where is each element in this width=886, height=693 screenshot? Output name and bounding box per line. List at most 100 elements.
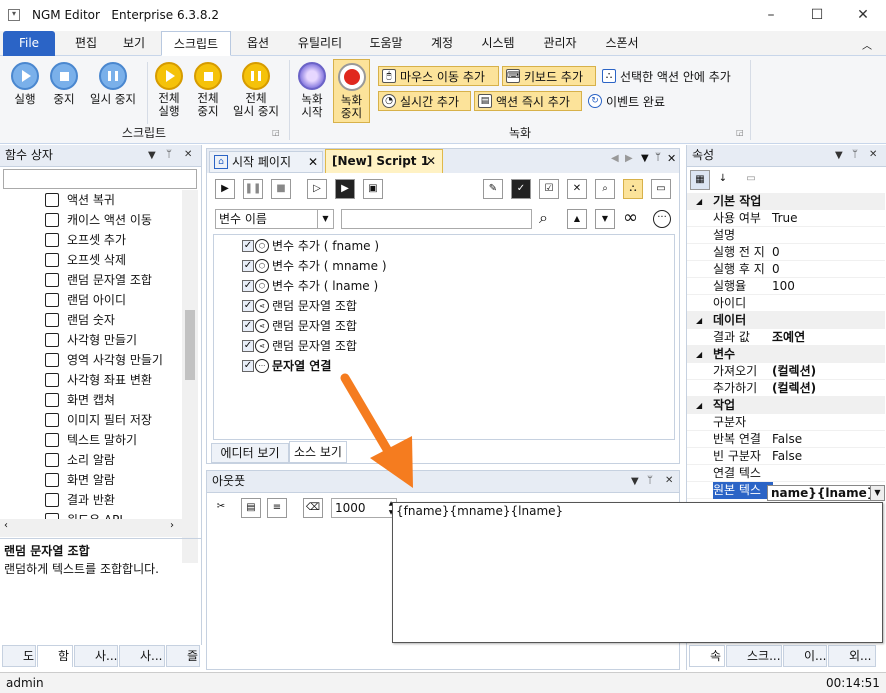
menu-sponsor[interactable]: 스폰서	[596, 31, 648, 56]
tab-properties[interactable]: 속	[689, 645, 725, 667]
close-button[interactable]: ✕	[840, 2, 886, 30]
add-inside-selected-button[interactable]: ⛬ 선택한 액션 안에 추가	[599, 66, 749, 86]
property-row[interactable]: 설명	[687, 227, 885, 244]
function-item[interactable]: 랜덤 아이디	[0, 290, 182, 310]
function-item[interactable]: 소리 알람	[0, 450, 182, 470]
function-item[interactable]: 액션 복귀	[0, 190, 182, 210]
property-category[interactable]: ◢ 기본 작업	[687, 193, 885, 210]
function-item[interactable]: 영역 사각형 만들기	[0, 350, 182, 370]
menu-utility[interactable]: 유틸리티	[290, 31, 350, 56]
property-row[interactable]: 구분자	[687, 414, 885, 431]
menu-edit[interactable]: 편집	[66, 31, 106, 56]
panel-menu-icon[interactable]: ▼	[835, 150, 843, 161]
collapse-icon[interactable]: ◢	[696, 397, 702, 414]
item-checkbox[interactable]: ✓	[242, 340, 254, 352]
monitor-button[interactable]: ▭	[651, 179, 671, 199]
add-keyboard-button[interactable]: ⌨ 키보드 추가	[502, 66, 596, 86]
search-icon[interactable]: ⌕	[595, 179, 615, 199]
pause-all-button[interactable]: 전체 일시 중지	[228, 62, 284, 118]
script-tree-item[interactable]: ✓ ⬡ 변수 추가 ( mname )	[214, 256, 674, 276]
tab-bookmark[interactable]: 즐	[166, 645, 200, 667]
property-row[interactable]: 결과 값 조예연	[687, 329, 885, 346]
item-checkbox[interactable]: ✓	[242, 360, 254, 372]
close-icon[interactable]: ✕	[665, 475, 673, 486]
text-dropdown-editor[interactable]: {fname}{mname}{lname}	[392, 502, 883, 643]
close-icon[interactable]: ✕	[184, 149, 192, 160]
function-item[interactable]: 사각형 좌표 변환	[0, 370, 182, 390]
tab-favorites[interactable]: 도	[2, 645, 36, 667]
function-item[interactable]: 오프셋 삭제	[0, 250, 182, 270]
search-icon[interactable]: ⌕	[539, 209, 548, 227]
record-stop-button[interactable]: 녹화 중지	[333, 59, 370, 123]
property-row[interactable]: 아이디	[687, 295, 885, 312]
function-item[interactable]: 랜덤 숫자	[0, 310, 182, 330]
group-launcher-icon[interactable]: ◲	[736, 128, 744, 137]
close-icon[interactable]: ✕	[667, 152, 676, 165]
tab-script-list[interactable]: 스크...	[726, 645, 782, 667]
property-row[interactable]: 실행 후 지 0	[687, 261, 885, 278]
menu-help[interactable]: 도움말	[362, 31, 410, 56]
property-row[interactable]: 반복 연결 False	[687, 431, 885, 448]
menu-options[interactable]: 옵션	[238, 31, 278, 56]
function-item[interactable]: 랜덤 문자열 조합	[0, 270, 182, 290]
move-down-button[interactable]: ▼	[595, 209, 615, 229]
script-tree-item[interactable]: ✓ ⬡ 변수 추가 ( fname )	[214, 236, 674, 256]
minimize-button[interactable]: –	[748, 2, 794, 30]
script-tree-item[interactable]: ✓ ⋖ 랜덤 문자열 조합	[214, 336, 674, 356]
function-item[interactable]: 오프셋 추가	[0, 230, 182, 250]
script-tree-item[interactable]: ✓ ⋖ 랜덤 문자열 조합	[214, 296, 674, 316]
item-checkbox[interactable]: ✓	[242, 280, 254, 292]
tab-scroll-left-icon[interactable]: ◀	[611, 153, 619, 164]
run-from-button[interactable]: ▶	[335, 179, 355, 199]
stop-all-button[interactable]: 전체 중지	[189, 62, 227, 118]
close-tab-icon[interactable]: ✕	[426, 150, 436, 172]
record-start-button[interactable]: 녹화 시작	[294, 62, 330, 119]
delete-button[interactable]: ✕	[567, 179, 587, 199]
item-checkbox[interactable]: ✓	[242, 300, 254, 312]
function-item[interactable]: 캐이스 액션 이동	[0, 210, 182, 230]
collapse-icon[interactable]: ◢	[696, 193, 702, 210]
sort-az-icon[interactable]: ↓	[713, 170, 733, 190]
property-row[interactable]: 연결 텍스	[687, 465, 885, 482]
function-item[interactable]: 사각형 만들기	[0, 330, 182, 350]
item-checkbox[interactable]: ✓	[242, 260, 254, 272]
variable-select[interactable]: 변수 이름 ▼	[215, 209, 334, 229]
menu-file[interactable]: File	[3, 31, 55, 56]
script-tree-item[interactable]: ✓ ··· 문자열 연결	[214, 356, 674, 376]
menu-view[interactable]: 보기	[114, 31, 154, 56]
tree-view-button[interactable]: ⛬	[623, 179, 643, 199]
tab-images[interactable]: 이...	[783, 645, 827, 667]
property-row[interactable]: 빈 구분자 False	[687, 448, 885, 465]
infinity-icon[interactable]: ∞	[623, 207, 638, 228]
run-all-button[interactable]: 전체 실행	[150, 62, 188, 118]
pin-icon[interactable]: ᛘ	[166, 149, 172, 160]
tab-functions[interactable]: 함	[37, 645, 73, 667]
property-row[interactable]: 추가하기 (컬렉션)	[687, 380, 885, 397]
clean-icon[interactable]: ✂	[211, 498, 231, 518]
function-item[interactable]: 화면 알람	[0, 470, 182, 490]
property-row[interactable]: 실행 전 지 0	[687, 244, 885, 261]
function-item[interactable]: 이미지 필터 저장	[0, 410, 182, 430]
close-icon[interactable]: ✕	[869, 149, 877, 160]
tab-new-script[interactable]: [New] Script 1 ✕	[325, 149, 443, 173]
categorized-icon[interactable]: ▦	[690, 170, 710, 190]
pin-icon[interactable]: ᛘ	[655, 152, 661, 163]
eraser-icon[interactable]: ⌫	[303, 498, 323, 518]
property-category[interactable]: ◢ 변수	[687, 346, 885, 363]
menu-script[interactable]: 스크립트	[161, 31, 231, 56]
script-tree-item[interactable]: ✓ ⋖ 랜덤 문자열 조합	[214, 316, 674, 336]
run-selected-button[interactable]: ▣	[363, 179, 383, 199]
more-icon[interactable]: ···	[653, 210, 671, 228]
panel-menu-icon[interactable]: ▼	[148, 150, 156, 161]
function-item[interactable]: 결과 반환	[0, 490, 182, 510]
horizontal-scrollbar[interactable]: ‹ ›	[0, 519, 198, 537]
check-all-button[interactable]: ✓	[511, 179, 531, 199]
pause-button[interactable]: 일시 중지	[84, 62, 142, 106]
function-item[interactable]: 텍스트 말하기	[0, 430, 182, 450]
stop-button[interactable]: 중지	[47, 62, 81, 106]
check-button[interactable]: ☑	[539, 179, 559, 199]
original-text-input[interactable]: name}{lname} ▼	[767, 485, 885, 501]
menu-system[interactable]: 시스템	[474, 31, 522, 56]
property-pages-icon[interactable]: ▭	[741, 170, 761, 190]
save-log-button[interactable]: ▤	[241, 498, 261, 518]
